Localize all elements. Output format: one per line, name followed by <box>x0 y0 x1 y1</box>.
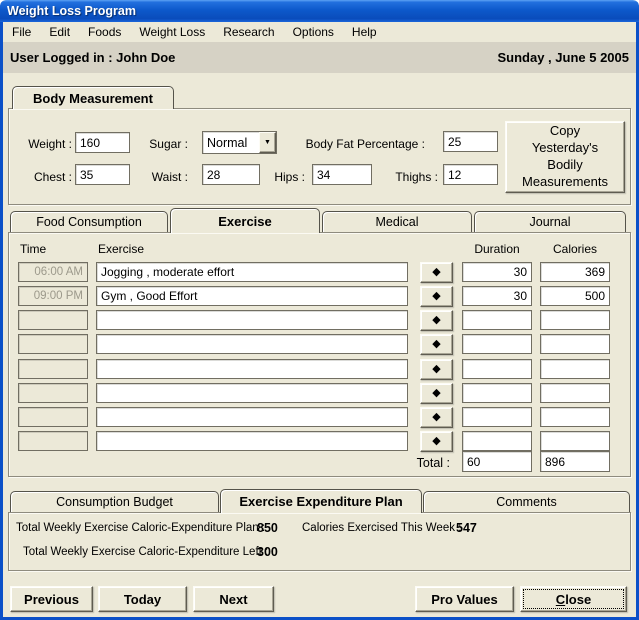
date-label: Sunday , June 5 2005 <box>497 50 629 65</box>
tab-food-consumption[interactable]: Food Consumption <box>10 211 168 232</box>
menu-bar: FileEditFoodsWeight LossResearchOptionsH… <box>3 22 636 42</box>
tab-comments[interactable]: Comments <box>423 491 630 512</box>
menu-item-file[interactable]: File <box>3 23 40 41</box>
logged-in-label: User Logged in : John Doe <box>10 50 175 65</box>
previous-button[interactable]: Previous <box>10 586 93 612</box>
menu-item-help[interactable]: Help <box>343 23 386 41</box>
window-border-left <box>0 20 3 620</box>
tab-journal[interactable]: Journal <box>474 211 626 232</box>
exercise-panel <box>8 232 631 477</box>
body-measurement-panel <box>8 108 631 205</box>
tab-body-measurement[interactable]: Body Measurement <box>12 86 174 109</box>
menu-item-research[interactable]: Research <box>214 23 283 41</box>
menu-item-options[interactable]: Options <box>284 23 343 41</box>
pro-values-button[interactable]: Pro Values <box>415 586 514 612</box>
next-button[interactable]: Next <box>193 586 274 612</box>
user-bar: User Logged in : John Doe Sunday , June … <box>3 42 636 73</box>
close-button[interactable]: Close <box>520 586 627 612</box>
expenditure-plan-panel <box>8 512 631 571</box>
title-bar: Weight Loss Program <box>0 0 639 22</box>
close-button-label: Close <box>556 592 591 607</box>
app-window: Weight Loss Program ✕ FileEditFoodsWeigh… <box>0 0 639 620</box>
menu-item-foods[interactable]: Foods <box>79 23 130 41</box>
today-button[interactable]: Today <box>98 586 187 612</box>
window-title: Weight Loss Program <box>7 4 136 18</box>
tab-consumption-budget[interactable]: Consumption Budget <box>10 491 219 512</box>
tab-medical[interactable]: Medical <box>322 211 472 232</box>
tab-exercise[interactable]: Exercise <box>170 208 320 233</box>
menu-item-edit[interactable]: Edit <box>40 23 79 41</box>
tab-exercise-expenditure-plan[interactable]: Exercise Expenditure Plan <box>220 489 422 513</box>
menu-item-weight-loss[interactable]: Weight Loss <box>130 23 214 41</box>
